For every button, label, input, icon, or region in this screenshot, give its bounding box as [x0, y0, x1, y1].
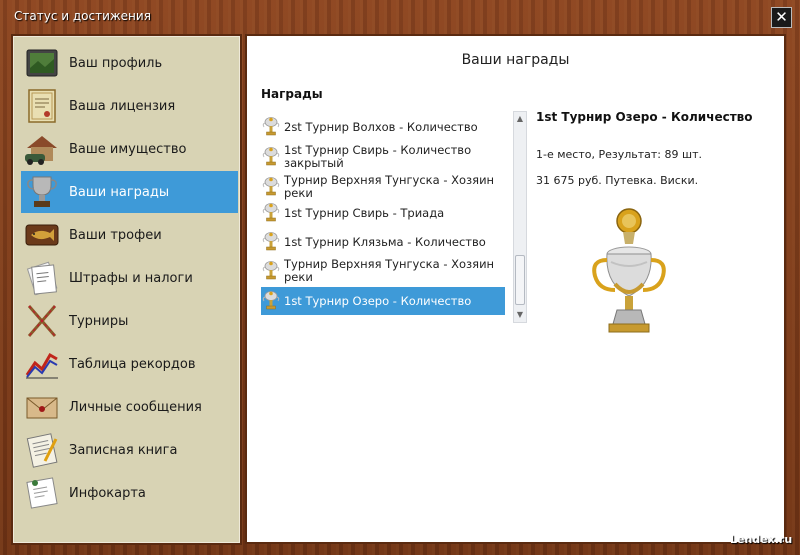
award-label: Турнир Верхняя Тунгуска - Хозяин реки — [284, 257, 495, 284]
main-panel: Ваши награды Награды 2st Турнир Волхов -… — [245, 34, 786, 544]
sidebar-item-trophies[interactable]: Ваши трофеи — [21, 214, 238, 256]
fish-trophy-icon — [23, 216, 61, 254]
sidebar-item-license[interactable]: Ваша лицензия — [21, 85, 238, 127]
list-item[interactable]: 1st Турнир Клязьма - Количество — [261, 232, 505, 252]
awards-scrollbar[interactable]: ▲ ▼ — [513, 111, 527, 323]
award-trophy-image — [592, 208, 666, 333]
sidebar-item-label: Личные сообщения — [69, 399, 202, 415]
award-detail-title: 1st Турнир Озеро - Количество — [536, 110, 753, 124]
info-card-icon — [23, 474, 61, 512]
list-item[interactable]: Турнир Верхняя Тунгуска - Хозяин реки — [261, 173, 505, 201]
award-label: 1st Турнир Свирь - Количество закрытый — [284, 143, 472, 170]
envelope-icon — [23, 388, 61, 426]
scroll-down-arrow-icon[interactable]: ▼ — [514, 308, 526, 322]
close-icon: ✕ — [775, 8, 788, 26]
list-item[interactable]: Турнир Верхняя Тунгуска - Хозяин реки — [261, 257, 505, 285]
notebook-icon — [23, 431, 61, 469]
records-chart-icon — [23, 345, 61, 383]
cup-icon — [262, 203, 280, 223]
award-label: Турнир Верхняя Тунгуска - Хозяин реки — [284, 173, 495, 200]
sidebar-item-label: Ваши трофеи — [69, 227, 162, 243]
cup-icon — [262, 261, 280, 281]
sidebar-item-label: Ваша лицензия — [69, 98, 176, 114]
cup-icon — [262, 147, 280, 167]
list-item[interactable]: 1st Турнир Свирь - Количество закрытый — [261, 143, 505, 171]
sidebar-item-label: Ваш профиль — [69, 55, 163, 71]
sidebar-item-notebook[interactable]: Записная книга — [21, 429, 238, 471]
award-detail-result: 1-е место, Результат: 89 шт. — [536, 148, 702, 161]
award-label: 1st Турнир Озеро - Количество — [284, 293, 472, 308]
sidebar-item-fines[interactable]: Штрафы и налоги — [21, 257, 238, 299]
sidebar-item-messages[interactable]: Личные сообщения — [21, 386, 238, 428]
scroll-thumb[interactable] — [515, 255, 525, 305]
sidebar-item-label: Записная книга — [69, 442, 178, 458]
title-bar: Статус и достижения ✕ — [0, 0, 800, 34]
close-button[interactable]: ✕ — [771, 7, 792, 28]
sidebar: Ваш профиль Ваша лицензия Ваше имущество… — [11, 34, 242, 545]
sidebar-item-label: Инфокарта — [69, 485, 146, 501]
cup-icon — [262, 232, 280, 252]
crossed-rods-icon — [23, 302, 61, 340]
sidebar-item-property[interactable]: Ваше имущество — [21, 128, 238, 170]
sidebar-item-label: Ваше имущество — [69, 141, 187, 157]
sidebar-item-profile[interactable]: Ваш профиль — [21, 42, 238, 84]
cup-icon — [262, 291, 280, 311]
award-label: 1st Турнир Свирь - Триада — [284, 205, 445, 220]
trophy-icon — [23, 173, 61, 211]
page-title: Ваши награды — [461, 52, 570, 68]
watermark: Lendex.ru — [730, 533, 793, 546]
list-item[interactable]: 2st Турнир Волхов - Количество — [261, 117, 505, 137]
sidebar-item-awards[interactable]: Ваши награды — [21, 171, 238, 213]
list-item[interactable]: 1st Турнир Свирь - Триада — [261, 203, 505, 223]
license-document-icon — [23, 87, 61, 125]
cup-icon — [262, 177, 280, 197]
sidebar-item-label: Штрафы и налоги — [69, 270, 193, 286]
cup-icon — [262, 117, 280, 137]
awards-list: 2st Турнир Волхов - Количество 1st Турни… — [261, 111, 505, 323]
sidebar-item-label: Таблица рекордов — [69, 356, 196, 372]
scroll-up-arrow-icon[interactable]: ▲ — [514, 112, 526, 126]
profile-photo-icon — [23, 44, 61, 82]
sidebar-item-label: Ваши награды — [69, 184, 170, 200]
window-title: Статус и достижения — [14, 9, 151, 23]
award-label: 1st Турнир Клязьма - Количество — [284, 234, 486, 249]
sidebar-item-tournaments[interactable]: Турниры — [21, 300, 238, 342]
award-label: 2st Турнир Волхов - Количество — [284, 119, 478, 134]
sidebar-item-label: Турниры — [69, 313, 129, 329]
sidebar-item-records[interactable]: Таблица рекордов — [21, 343, 238, 385]
fines-papers-icon — [23, 259, 61, 297]
awards-section-title: Награды — [261, 87, 323, 101]
sidebar-item-infocard[interactable]: Инфокарта — [21, 472, 238, 514]
property-house-icon — [23, 130, 61, 168]
award-detail-prize: 31 675 руб. Путевка. Виски. — [536, 174, 699, 187]
list-item-selected[interactable]: 1st Турнир Озеро - Количество — [261, 287, 505, 315]
